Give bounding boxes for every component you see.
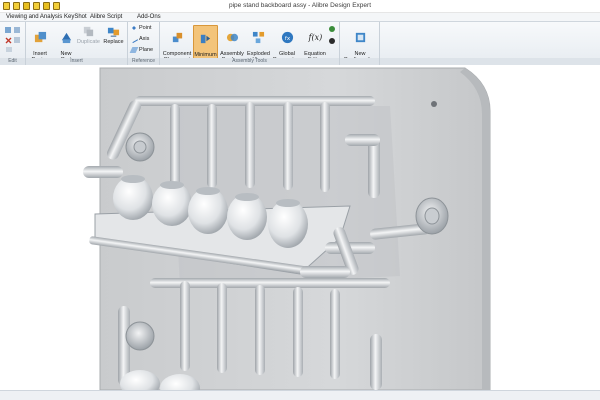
tab-keyshot[interactable]: KeyShot [64,14,87,20]
assembly-extra-button-2[interactable] [329,38,335,44]
minimum-motion-icon [200,34,211,44]
new-configuration-icon [355,32,365,43]
insert-design-icon [34,31,46,43]
point-button[interactable]: Point [131,25,152,31]
3d-viewport[interactable] [0,66,600,390]
axis-icon [129,34,139,44]
group-label-assembly-tools: Assembly Tools [232,58,267,64]
settings-small-icon [329,38,335,44]
group-label-reference: Reference [131,58,156,64]
point-icon [131,25,137,31]
assembly-extra-button-1[interactable] [329,26,335,32]
ribbon-group-configuration: New Configuration [340,22,380,65]
plane-button[interactable]: Plane [129,47,153,53]
tab-alibre-script[interactable]: Alibre Script [90,14,122,20]
equation-editor-icon: f(x) [308,33,323,42]
replace-icon [107,27,120,37]
edit-tools-icon[interactable] [4,26,22,54]
global-parameters-icon: fx [281,31,293,44]
svg-text:fx: fx [284,36,290,42]
ribbon-group-edit: Edit [0,22,26,65]
ribbon-group-assembly-tools: Component Placement Minimum Motion Assem… [160,22,340,65]
tab-viewing-and-analysis[interactable]: Viewing and Analysis [6,14,62,20]
ribbon-group-insert: Insert Design New Part Duplicate Replace… [26,22,128,65]
replace-button[interactable]: Replace [102,25,125,45]
ribbon-group-reference: Point Axis Plane Reference [128,22,160,65]
exploded-view-icon [252,31,265,44]
mounting-hole [431,101,437,107]
component-placement-icon [172,32,182,43]
axis-button[interactable]: Axis [129,34,149,44]
new-part-icon [61,32,71,44]
rear-manifold-pipe[interactable] [135,96,375,106]
ribbon-tab-bar: Viewing and Analysis KeyShot Alibre Scri… [0,13,600,22]
configuration-small-icon [329,26,335,32]
group-label-insert: Insert [70,58,83,64]
assembly-model-render[interactable] [0,66,600,390]
assembly-boolean-icon [226,33,238,42]
status-bar [0,390,600,400]
plane-icon [129,47,139,53]
duplicate-button[interactable]: Duplicate [76,25,101,45]
window-title: pipe stand backboard assy - Alibre Desig… [229,2,371,9]
duplicate-icon [83,26,94,37]
tab-add-ons[interactable]: Add-Ons [137,14,161,20]
title-bar: pipe stand backboard assy - Alibre Desig… [0,0,600,13]
ribbon: Edit Insert Design New Part Duplicate Re… [0,22,600,65]
group-label-edit: Edit [8,58,17,64]
